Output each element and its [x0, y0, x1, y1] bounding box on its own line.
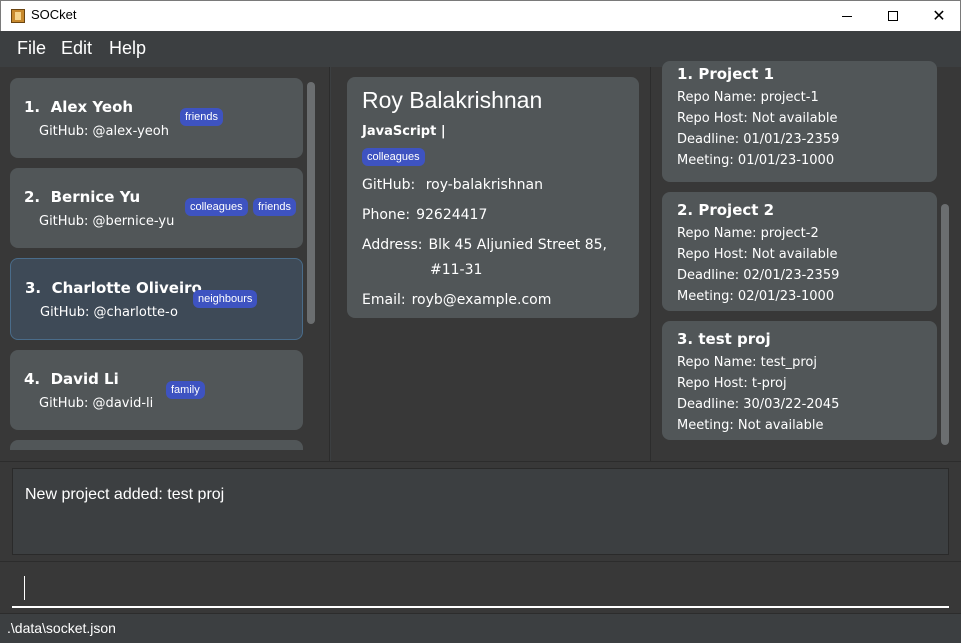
project-card[interactable]: 1. Project 1 Repo Name: project-1 Repo H…: [662, 61, 937, 182]
person-detail-card: Roy Balakrishnan JavaScript | colleagues…: [347, 77, 639, 318]
project-meeting: Meeting: 02/01/23-1000: [677, 289, 835, 304]
person-github: GitHub: @david-li: [39, 396, 154, 411]
save-location: .\data\socket.json: [7, 620, 116, 636]
project-list-scrollbar[interactable]: [941, 204, 949, 445]
project-deadline: Deadline: 02/01/23-2359: [677, 268, 840, 283]
project-meeting: Meeting: 01/01/23-1000: [677, 153, 835, 168]
project-deadline: Deadline: 01/01/23-2359: [677, 132, 840, 147]
project-repo-host: Repo Host: Not available: [677, 111, 838, 126]
detail-languages: JavaScript |: [362, 124, 446, 139]
command-box-panel: [0, 561, 961, 613]
tag-badge: friends: [180, 108, 224, 126]
person-name: 1. Alex Yeoh: [24, 98, 134, 116]
menu-help[interactable]: Help: [109, 38, 146, 59]
project-repo-host: Repo Host: Not available: [677, 247, 838, 262]
result-display-panel: New project added: test proj: [0, 461, 961, 561]
result-display: New project added: test proj: [12, 468, 949, 555]
app-icon: [11, 9, 25, 23]
project-card[interactable]: 2. Project 2 Repo Name: project-2 Repo H…: [662, 192, 937, 311]
window-title: SOCket: [31, 7, 77, 22]
text-caret: [24, 576, 25, 600]
tag-badge: colleagues: [362, 148, 425, 166]
project-meeting: Meeting: Not available: [677, 418, 824, 433]
tag-badge: neighbours: [193, 290, 258, 308]
close-button[interactable]: ✕: [916, 1, 961, 31]
tag-badge: friends: [253, 198, 297, 216]
minimize-icon: [842, 15, 852, 17]
person-card-partial[interactable]: [10, 440, 303, 450]
project-repo-host: Repo Host: t-proj: [677, 376, 787, 391]
project-title: 1. Project 1: [677, 65, 775, 83]
project-title: 3. test proj: [677, 330, 771, 348]
person-card[interactable]: 4. David Li GitHub: @david-li family: [10, 350, 303, 430]
person-list-scrollbar[interactable]: [307, 82, 315, 324]
detail-address-line2: #11-31: [430, 262, 483, 278]
detail-email: Email: royb@example.com: [362, 292, 552, 308]
person-list-panel: 1. Alex Yeoh GitHub: @alex-yeoh friends …: [0, 67, 330, 461]
tag-badge: family: [166, 381, 205, 399]
person-card[interactable]: 2. Bernice Yu GitHub: @bernice-yu collea…: [10, 168, 303, 248]
result-message: New project added: test proj: [25, 486, 225, 503]
project-card[interactable]: 3. test proj Repo Name: test_proj Repo H…: [662, 321, 937, 440]
person-name: 3. Charlotte Oliveiro: [25, 279, 202, 297]
project-repo-name: Repo Name: project-1: [677, 90, 819, 105]
person-detail-panel: Roy Balakrishnan JavaScript | colleagues…: [331, 67, 650, 461]
person-name: 4. David Li: [24, 370, 119, 388]
minimize-button[interactable]: [824, 1, 870, 31]
command-input[interactable]: [12, 570, 949, 608]
title-bar: SOCket ✕: [0, 0, 961, 31]
person-github: GitHub: @charlotte-o: [40, 305, 178, 320]
project-repo-name: Repo Name: project-2: [677, 226, 819, 241]
person-github: GitHub: @alex-yeoh: [39, 124, 169, 139]
menu-file[interactable]: File: [17, 38, 46, 59]
person-card[interactable]: 1. Alex Yeoh GitHub: @alex-yeoh friends: [10, 78, 303, 158]
project-repo-name: Repo Name: test_proj: [677, 355, 817, 370]
detail-phone: Phone: 92624417: [362, 207, 488, 223]
project-list-panel: 1. Project 1 Repo Name: project-1 Repo H…: [650, 61, 961, 461]
detail-name: Roy Balakrishnan: [362, 87, 543, 113]
person-card-selected[interactable]: 3. Charlotte Oliveiro GitHub: @charlotte…: [10, 258, 303, 340]
person-name: 2. Bernice Yu: [24, 188, 141, 206]
project-deadline: Deadline: 30/03/22-2045: [677, 397, 840, 412]
person-github: GitHub: @bernice-yu: [39, 214, 175, 229]
close-icon: ✕: [932, 6, 946, 25]
maximize-icon: [888, 11, 898, 21]
project-title: 2. Project 2: [677, 201, 775, 219]
status-bar: .\data\socket.json: [0, 613, 961, 643]
menu-edit[interactable]: Edit: [61, 38, 92, 59]
tag-badge: colleagues: [185, 198, 248, 216]
detail-address: Address: Blk 45 Aljunied Street 85,: [362, 237, 607, 253]
maximize-button[interactable]: [870, 1, 916, 31]
detail-github: GitHub: roy-balakrishnan: [362, 177, 543, 193]
